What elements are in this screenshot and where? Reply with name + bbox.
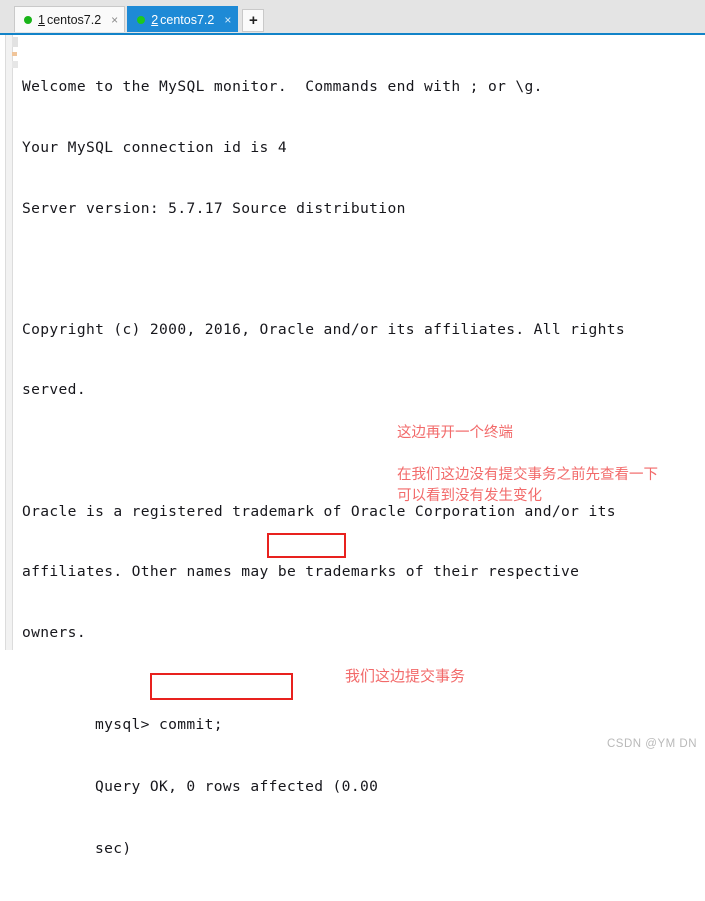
tab-bar: 1 centos7.2 × 2 centos7.2 × + <box>0 0 705 34</box>
close-icon[interactable]: × <box>111 14 118 26</box>
tab-label: centos7.2 <box>160 12 215 27</box>
bottom-result-line: Query OK, 0 rows affected (0.00 <box>95 778 379 796</box>
new-tab-button[interactable]: + <box>242 9 265 32</box>
terminal-left-gutter <box>5 35 18 650</box>
terminal-output: Welcome to the MySQL monitor. Commands e… <box>22 37 705 649</box>
tab-strip: 1 centos7.2 × 2 centos7.2 × + <box>14 6 265 32</box>
tab-label: centos7.2 <box>46 12 102 27</box>
tab-2-centos72[interactable]: 2 centos7.2 × <box>127 6 239 32</box>
bottom-command-line: mysql> commit; <box>95 716 223 733</box>
terminal-line: Your MySQL connection id is 4 <box>22 139 287 156</box>
close-icon[interactable]: × <box>224 14 231 26</box>
tab-index: 2 <box>151 12 159 27</box>
watermark: CSDN @YM DN <box>606 738 697 750</box>
annotation-open-terminal: 这边再开一个终端 <box>397 425 513 441</box>
terminal-panel[interactable]: Welcome to the MySQL monitor. Commands e… <box>0 35 705 650</box>
terminal-line: Copyright (c) 2000, 2016, Oracle and/or … <box>22 320 625 338</box>
tab-1-centos72[interactable]: 1 centos7.2 × <box>14 6 126 32</box>
annotation-commit: 我们这边提交事务 <box>345 667 466 685</box>
terminal-line: Server version: 5.7.17 Source distributi… <box>22 199 406 217</box>
bottom-result-line: sec) <box>95 840 132 858</box>
tab-status-dot-icon <box>24 15 32 24</box>
terminal-line: affiliates. Other names may be trademark… <box>22 563 580 581</box>
annotation-before-commit: 在我们这边没有提交事务之前先查看一下 可以看到没有发生变化 <box>397 467 658 504</box>
terminal-line: owners. <box>22 623 86 641</box>
terminal-line: Welcome to the MySQL monitor. Commands e… <box>22 78 543 96</box>
gutter-mark-icon <box>12 37 18 47</box>
gutter-mark-icon <box>12 61 18 68</box>
terminal-line: served. <box>22 381 86 399</box>
tab-status-dot-icon <box>137 15 146 24</box>
bottom-terminal-output: mysql> commit; Query OK, 0 rows affected… <box>95 672 378 901</box>
gutter-mark-icon <box>12 52 17 56</box>
tab-index: 1 <box>38 12 45 27</box>
